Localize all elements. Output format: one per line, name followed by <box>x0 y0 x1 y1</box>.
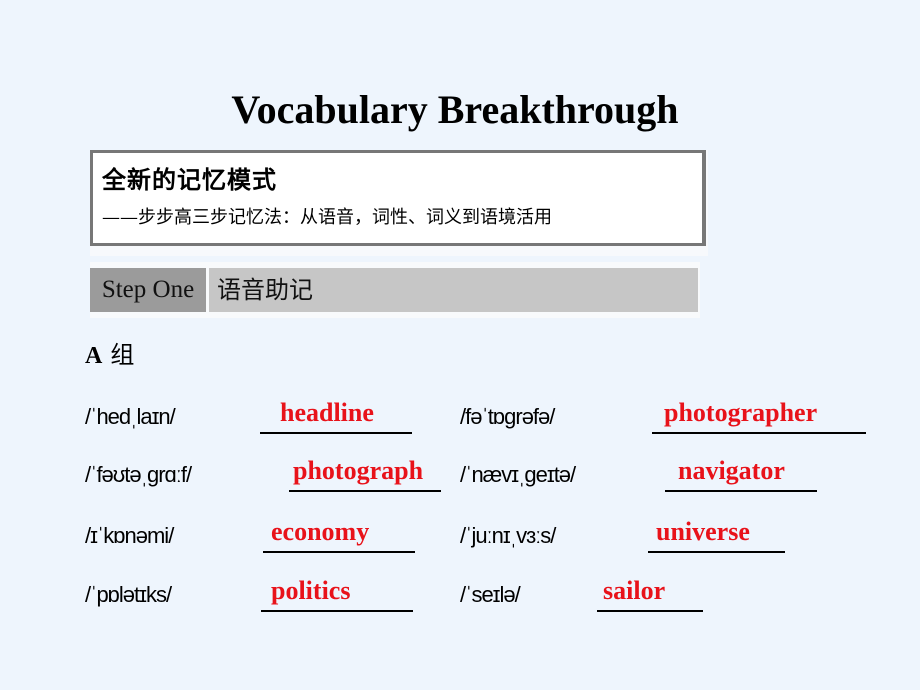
step-label: Step One <box>90 268 206 312</box>
phonetic: /fəˈtɒɡrəfə/ <box>460 404 555 429</box>
intro-heading: 全新的记忆模式 <box>102 165 277 194</box>
step-section: Step One 语音助记 <box>90 262 700 318</box>
answer-text: economy <box>271 517 370 546</box>
answer-blank[interactable] <box>597 610 703 612</box>
step-title: 语音助记 <box>209 268 698 312</box>
vocab-item: /ˈnævɪˌɡeɪtə/ navigator <box>460 446 830 496</box>
phonetic: /ˈfəʊtəˌɡrɑːf/ <box>85 462 192 487</box>
step-bar: Step One 语音助记 <box>90 268 698 312</box>
phonetic: /ˈjuːnɪˌvɜːs/ <box>460 523 556 548</box>
answer-text: photographer <box>664 398 818 427</box>
group-label: A组 <box>85 340 134 372</box>
vocab-item: /ˈhedˌlaɪn/ headline <box>85 388 425 438</box>
answer-blank[interactable] <box>289 490 441 492</box>
answer-blank[interactable] <box>261 610 413 612</box>
answer-text: politics <box>271 576 351 605</box>
phonetic: /ˈhedˌlaɪn/ <box>85 404 176 429</box>
phonetic: /ˈseɪlə/ <box>460 582 521 607</box>
vocab-item: /ɪˈkɒnəmi/ economy <box>85 507 425 557</box>
intro-box: 全新的记忆模式 ——步步高三步记忆法：从语音，词性、词义到语境活用 <box>90 150 708 256</box>
phonetic: /ˈnævɪˌɡeɪtə/ <box>460 462 576 487</box>
intro-subheading: ——步步高三步记忆法：从语音，词性、词义到语境活用 <box>102 207 552 228</box>
group-suffix: 组 <box>110 343 135 369</box>
answer-text: universe <box>656 517 750 546</box>
answer-blank[interactable] <box>260 432 412 434</box>
vocab-item: /ˈjuːnɪˌvɜːs/ universe <box>460 507 800 557</box>
page-title: Vocabulary Breakthrough <box>231 87 679 132</box>
phonetic: /ɪˈkɒnəmi/ <box>85 523 174 548</box>
answer-blank[interactable] <box>665 490 817 492</box>
vocab-item: /fəˈtɒɡrəfə/ photographer <box>460 388 870 438</box>
answer-blank[interactable] <box>263 551 415 553</box>
phonetic: /ˈpɒlətɪks/ <box>85 582 172 607</box>
intro-box-frame: 全新的记忆模式 ——步步高三步记忆法：从语音，词性、词义到语境活用 <box>90 150 706 246</box>
answer-text: sailor <box>603 576 666 605</box>
vocab-item: /ˈfəʊtəˌɡrɑːf/ photograph <box>85 446 445 496</box>
vocab-item: /ˈpɒlətɪks/ politics <box>85 566 425 616</box>
answer-text: photograph <box>293 456 424 485</box>
answer-text: navigator <box>678 456 785 485</box>
vocab-item: /ˈseɪlə/ sailor <box>460 566 720 616</box>
answer-text: headline <box>280 398 374 427</box>
answer-blank[interactable] <box>652 432 866 434</box>
answer-blank[interactable] <box>648 551 785 553</box>
group-letter: A <box>85 343 103 369</box>
